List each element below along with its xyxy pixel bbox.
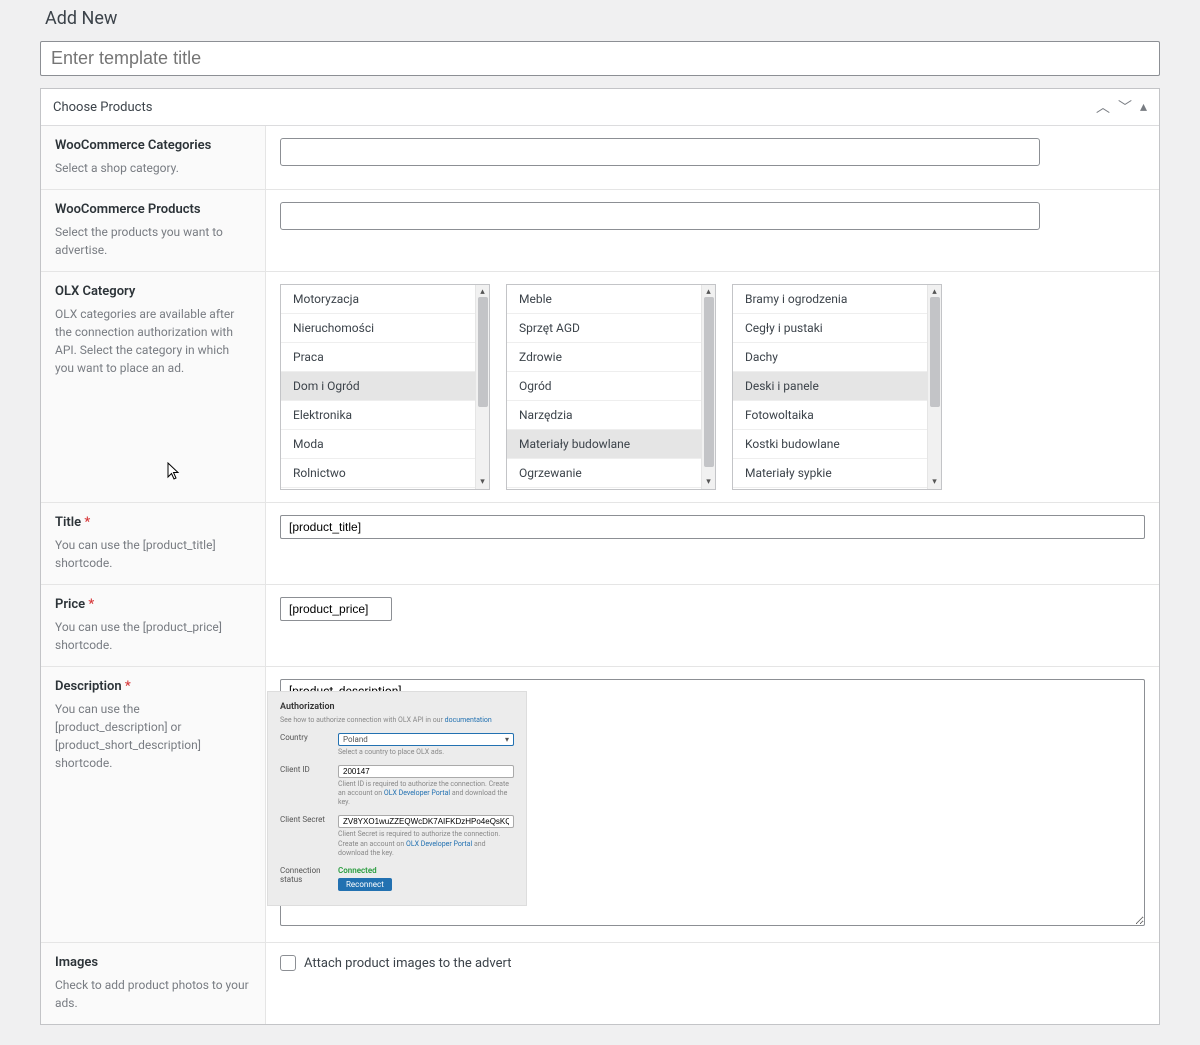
client-secret-label: Client Secret <box>280 815 330 857</box>
listbox-item[interactable]: Sprzęt AGD <box>507 314 701 343</box>
listbox-item[interactable]: Deski i panele <box>733 372 927 401</box>
category-listbox[interactable]: MebleSprzęt AGDZdrowieOgródNarzędziaMate… <box>506 284 716 490</box>
authorization-overlay: Authorization See how to authorize conne… <box>267 691 527 906</box>
title-desc: You can use the [product_title] shortcod… <box>55 536 251 572</box>
client-id-link[interactable]: OLX Developer Portal <box>384 789 450 797</box>
listbox-item[interactable]: Nieruchomości <box>281 314 475 343</box>
page-title: Add New <box>20 0 1180 41</box>
listbox-item[interactable]: Motoryzacja <box>281 285 475 314</box>
country-help: Select a country to place OLX ads. <box>338 748 514 757</box>
scroll-thumb[interactable] <box>930 297 940 407</box>
listbox-item[interactable]: Dachy <box>733 343 927 372</box>
category-listbox[interactable]: Bramy i ogrodzeniaCegły i pustakiDachyDe… <box>732 284 942 490</box>
scroll-up-icon[interactable]: ▴ <box>932 287 937 297</box>
woo-products-label: WooCommerce Products <box>55 202 251 217</box>
listbox-item[interactable]: Fotowoltaika <box>733 401 927 430</box>
woo-categories-label: WooCommerce Categories <box>55 138 251 153</box>
auth-title: Authorization <box>280 702 514 712</box>
listbox-item[interactable]: Wyposażenie wnętrz <box>507 488 701 489</box>
connection-status-value: Connected <box>338 866 514 875</box>
woo-categories-desc: Select a shop category. <box>55 159 251 177</box>
listbox-item[interactable]: Dom i Ogród <box>281 372 475 401</box>
auth-doc-link[interactable]: documentation <box>445 716 492 724</box>
listbox-item[interactable]: Meble <box>507 285 701 314</box>
listbox-item[interactable]: Materiały budowlane <box>507 430 701 459</box>
listbox-item[interactable]: Ogrzewanie <box>507 459 701 488</box>
description-label: Description * <box>55 679 251 694</box>
images-label: Images <box>55 955 251 970</box>
country-select[interactable]: Poland▾ <box>338 733 514 746</box>
price-input[interactable] <box>280 597 392 621</box>
collapse-up-icon[interactable]: ︿ <box>1096 97 1110 117</box>
client-secret-input[interactable] <box>338 815 514 828</box>
panel-header: Choose Products ︿ ﹀ ▴ <box>41 89 1159 126</box>
panel-more-icon[interactable]: ▴ <box>1140 99 1147 115</box>
images-checkbox-row[interactable]: Attach product images to the advert <box>280 955 1145 971</box>
choose-products-panel: Choose Products ︿ ﹀ ▴ WooCommerce Catego… <box>40 88 1160 1025</box>
listbox-item[interactable]: Zwierzeta <box>281 488 475 489</box>
auth-doc-text: See how to authorize connection with OLX… <box>280 716 514 725</box>
client-secret-link[interactable]: OLX Developer Portal <box>406 840 472 848</box>
scroll-up-icon[interactable]: ▴ <box>706 287 711 297</box>
listbox-item[interactable]: Narzędzia <box>507 401 701 430</box>
scrollbar[interactable]: ▴▾ <box>475 285 489 489</box>
woo-products-desc: Select the products you want to advertis… <box>55 223 251 259</box>
listbox-item[interactable]: Zdrowie <box>507 343 701 372</box>
reconnect-button[interactable]: Reconnect <box>338 878 392 891</box>
images-desc: Check to add product photos to your ads. <box>55 976 251 1012</box>
connection-status-label: Connection status <box>280 866 330 891</box>
scrollbar[interactable]: ▴▾ <box>701 285 715 489</box>
listbox-item[interactable]: Cegły i pustaki <box>733 314 927 343</box>
scroll-thumb[interactable] <box>704 297 714 467</box>
scroll-down-icon[interactable]: ▾ <box>932 477 937 487</box>
listbox-item[interactable]: Podłogi <box>733 488 927 489</box>
scrollbar[interactable]: ▴▾ <box>927 285 941 489</box>
listbox-item[interactable]: Moda <box>281 430 475 459</box>
listbox-item[interactable]: Elektronika <box>281 401 475 430</box>
listbox-item[interactable]: Ogród <box>507 372 701 401</box>
client-id-label: Client ID <box>280 765 330 807</box>
olx-category-label: OLX Category <box>55 284 251 299</box>
title-input[interactable] <box>280 515 1145 539</box>
scroll-down-icon[interactable]: ▾ <box>706 477 711 487</box>
template-title-input[interactable] <box>40 41 1160 76</box>
client-id-help: Client ID is required to authorize the c… <box>338 780 514 807</box>
description-desc: You can use the [product_description] or… <box>55 700 251 772</box>
country-label: Country <box>280 733 330 757</box>
olx-category-desc: OLX categories are available after the c… <box>55 305 251 377</box>
chevron-down-icon: ▾ <box>505 735 509 744</box>
listbox-item[interactable]: Bramy i ogrodzenia <box>733 285 927 314</box>
scroll-thumb[interactable] <box>478 297 488 407</box>
listbox-item[interactable]: Praca <box>281 343 475 372</box>
panel-header-title: Choose Products <box>53 100 152 115</box>
client-secret-help: Client Secret is required to authorize t… <box>338 830 514 857</box>
price-desc: You can use the [product_price] shortcod… <box>55 618 251 654</box>
client-id-input[interactable] <box>338 765 514 778</box>
images-checkbox-label: Attach product images to the advert <box>304 956 511 971</box>
scroll-up-icon[interactable]: ▴ <box>480 287 485 297</box>
title-label: Title * <box>55 515 251 530</box>
category-listbox[interactable]: MotoryzacjaNieruchomościPracaDom i Ogród… <box>280 284 490 490</box>
woo-products-input[interactable] <box>280 202 1040 230</box>
collapse-down-icon[interactable]: ﹀ <box>1118 97 1132 117</box>
images-checkbox[interactable] <box>280 955 296 971</box>
price-label: Price * <box>55 597 251 612</box>
listbox-item[interactable]: Materiały sypkie <box>733 459 927 488</box>
listbox-item[interactable]: Rolnictwo <box>281 459 475 488</box>
woo-categories-input[interactable] <box>280 138 1040 166</box>
listbox-item[interactable]: Kostki budowlane <box>733 430 927 459</box>
scroll-down-icon[interactable]: ▾ <box>480 477 485 487</box>
